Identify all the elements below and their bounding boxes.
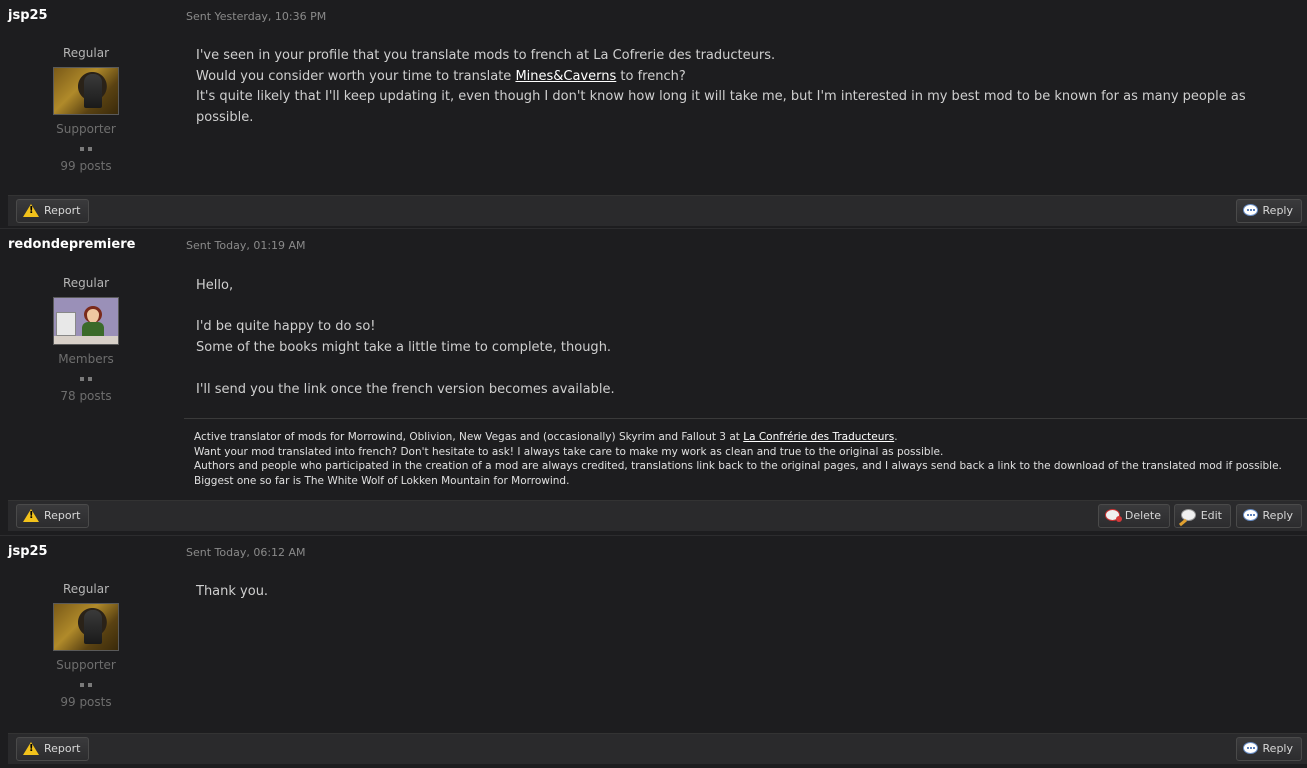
post-action-bar: Report Reply: [8, 195, 1307, 226]
reply-button[interactable]: Reply: [1235, 199, 1302, 223]
avatar[interactable]: [53, 67, 119, 115]
reply-button[interactable]: Reply: [1235, 504, 1302, 528]
warning-icon: [23, 741, 39, 755]
warning-icon: [23, 508, 39, 522]
post-body: Thank you.: [196, 582, 1287, 603]
report-button[interactable]: Report: [16, 504, 90, 528]
delete-bubble-icon: [1104, 509, 1122, 522]
post-author[interactable]: jsp25: [8, 8, 48, 23]
edit-button[interactable]: Edit: [1173, 504, 1231, 528]
post-author[interactable]: redondepremiere: [8, 237, 135, 252]
signature: Active translator of mods for Morrowind,…: [184, 418, 1307, 489]
post-action-bar: Report Reply: [8, 733, 1307, 764]
message-post: redondepremiere Sent Today, 01:19 AM Reg…: [0, 228, 1307, 535]
speech-bubble-icon: [1242, 509, 1258, 521]
translators-site-link[interactable]: La Confrérie des Traducteurs: [743, 431, 894, 443]
post-author[interactable]: jsp25: [8, 544, 48, 559]
reply-button[interactable]: Reply: [1235, 737, 1302, 761]
report-button[interactable]: Report: [16, 199, 90, 223]
author-post-count: 99 posts: [60, 159, 112, 173]
warning-icon: [23, 203, 39, 217]
post-text: I'll send you the link once the french v…: [196, 381, 615, 397]
author-info: Regular Members 78 posts: [30, 275, 142, 403]
mod-link[interactable]: Mines&Caverns: [515, 69, 616, 84]
author-info: Regular Supporter 99 posts: [30, 581, 142, 709]
post-timestamp: Sent Today, 06:12 AM: [186, 546, 306, 559]
author-info: Regular Supporter 99 posts: [30, 45, 142, 173]
avatar[interactable]: [53, 297, 119, 345]
rank-pips: [30, 372, 142, 381]
author-role: Regular: [62, 582, 110, 596]
post-text: Hello,: [196, 278, 234, 293]
author-role: Regular: [62, 276, 110, 290]
author-role: Regular: [62, 46, 110, 60]
post-text: Thank you.: [196, 584, 269, 599]
post-text: I've seen in your profile that you trans…: [196, 48, 776, 63]
post-text: Would you consider worth your time to tr…: [196, 68, 686, 84]
post-action-bar: Report Delete Edit Reply: [8, 500, 1307, 531]
knight-avatar-icon: [54, 68, 118, 114]
signature-line: Active translator of mods for Morrowind,…: [194, 431, 898, 443]
signature-line: Biggest one so far is The White Wolf of …: [194, 475, 570, 488]
post-timestamp: Sent Yesterday, 10:36 PM: [186, 10, 327, 23]
author-group: Supporter: [56, 658, 116, 672]
post-timestamp: Sent Today, 01:19 AM: [186, 239, 306, 252]
speech-bubble-icon: [1242, 204, 1258, 216]
message-post: jsp25 Sent Today, 06:12 AM Regular Suppo…: [0, 535, 1307, 768]
girl-at-computer-avatar-icon: [54, 298, 118, 344]
post-body: Hello, I'd be quite happy to do so! Some…: [196, 276, 1287, 400]
author-post-count: 78 posts: [60, 389, 112, 403]
avatar[interactable]: [53, 603, 119, 651]
post-text: It's quite likely that I'll keep updatin…: [196, 89, 1246, 126]
speech-bubble-icon: [1242, 742, 1258, 754]
knight-avatar-icon: [54, 604, 118, 650]
signature-line: Authors and people who participated in t…: [194, 460, 1282, 473]
signature-line: Want your mod translated into french? Do…: [194, 445, 944, 458]
post-body: I've seen in your profile that you trans…: [196, 46, 1287, 129]
author-group: Members: [58, 352, 114, 366]
author-group: Supporter: [56, 122, 116, 136]
author-post-count: 99 posts: [60, 695, 112, 709]
rank-pips: [30, 678, 142, 687]
message-post: jsp25 Sent Yesterday, 10:36 PM Regular S…: [0, 0, 1307, 228]
post-text: Some of the books might take a little ti…: [196, 340, 612, 356]
rank-pips: [30, 142, 142, 151]
edit-bubble-icon: [1180, 509, 1196, 521]
delete-button[interactable]: Delete: [1097, 504, 1170, 528]
post-text: I'd be quite happy to do so!: [196, 319, 376, 335]
report-button[interactable]: Report: [16, 737, 90, 761]
